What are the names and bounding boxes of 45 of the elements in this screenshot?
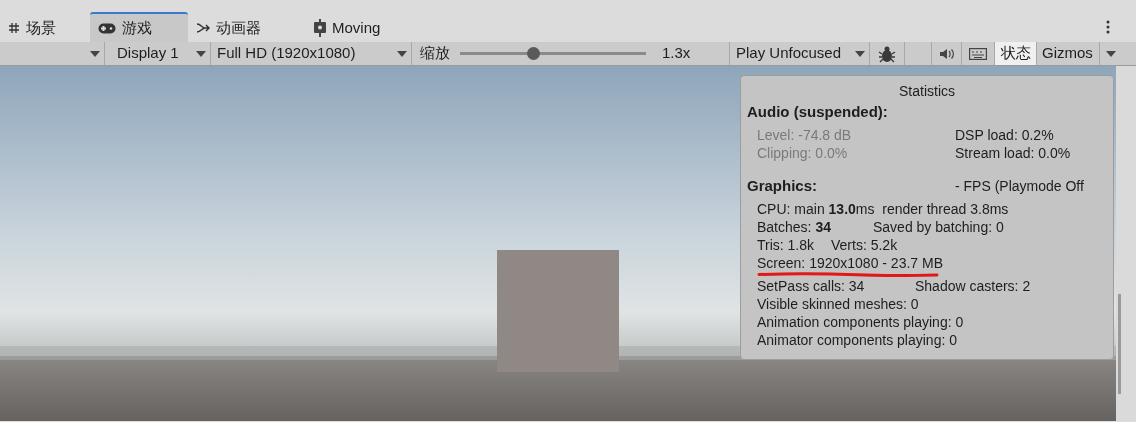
stat-text: Shadow casters: 2 [915,277,1031,295]
grid-icon [8,22,20,34]
caret-icon [196,50,206,57]
section-heading: Graphics: [747,177,819,195]
dropdown[interactable]: Full HD (1920x1080) [211,42,412,65]
gizmos-button[interactable]: Gizmos [1037,42,1100,65]
caret-icon [1106,50,1116,57]
more-icon[interactable] [1105,20,1111,34]
tab[interactable]: 游戏 [90,12,188,42]
slider[interactable] [460,47,646,60]
tab[interactable]: 动画器 [188,12,300,42]
stat-text: Screen: 1920x1080 - 23.7 MB [757,254,943,272]
tab[interactable]: Moving [300,12,400,42]
stat-text: SetPass calls: 34 [757,277,866,295]
panel-title: Statistics [898,82,956,100]
stat-text: Stream load: 0.0% [955,144,1071,162]
stat-text: DSP load: 0.2% [955,126,1054,144]
marker-icon [314,19,326,37]
section-heading: Audio (suspended): [747,103,889,121]
bug-icon [878,44,896,63]
stat-text: Level: -74.8 dB [757,126,853,144]
stat-text: Verts: 5.2k [831,236,898,254]
caret-icon [90,50,100,57]
speaker-icon [938,47,955,60]
scale-label: 缩放 [420,43,451,64]
stat-text: Tris: 1.8k [757,236,816,254]
stat-text: Animator components playing: 0 [757,331,957,349]
stat-text: Clipping: 0.0% [757,144,849,162]
branch-icon [196,22,210,34]
dropdown[interactable]: Display 1 [105,42,211,65]
caret-icon [397,50,407,57]
dropdown[interactable]: Play Unfocused [730,42,870,65]
stat-text: Visible skinned meshes: 0 [757,295,919,313]
stat-text: Batches: 34 [757,218,832,236]
tab[interactable]: 场景 [0,12,90,42]
stat-text: Saved by batching: 0 [873,218,1004,236]
stat-text: - FPS (Playmode Off [955,177,1084,195]
caret-icon [855,50,865,57]
stat-text: Animation components playing: 0 [757,313,964,331]
slider-thumb[interactable] [526,47,540,60]
gamepad-icon [98,22,116,34]
scale-value: 1.3x [662,43,691,64]
toggle-button[interactable]: 状态 [995,42,1037,65]
stat-text: CPU: main 13.0ms render thread 3.8ms [757,200,1009,218]
keyboard-icon [969,47,987,60]
